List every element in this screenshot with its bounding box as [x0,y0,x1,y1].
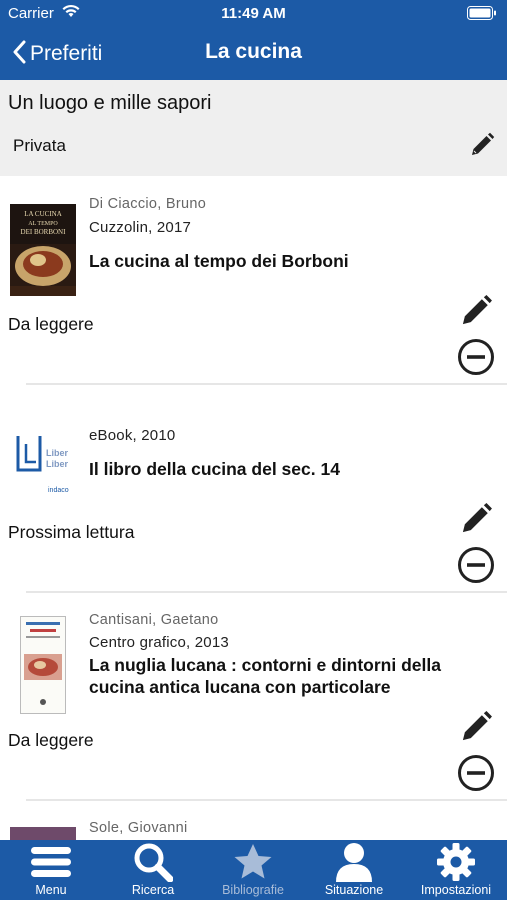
navigation-bar: Preferiti La cucina [0,28,507,80]
svg-text:DEI BORBONI: DEI BORBONI [21,228,67,236]
tab-menu[interactable]: Menu [18,840,84,900]
book-cover [20,616,66,714]
pencil-icon [462,711,492,741]
book-cover: Liber Liber indaco [14,430,78,502]
pencil-icon [472,132,495,155]
tab-label: Situazione [324,883,384,897]
list-item[interactable]: Sole, Giovanni [0,800,507,840]
tab-search[interactable]: Ricerca [118,840,188,900]
menu-icon [31,840,71,884]
tab-settings[interactable]: Impostazioni [414,840,498,900]
tab-bibliographies[interactable]: Bibliografie [212,840,294,900]
tab-label: Ricerca [131,883,175,897]
list-name: Un luogo e mille sapori [8,92,212,114]
book-title[interactable]: La nuglia lucana : contorni e dintorni d… [89,654,484,698]
remove-entry-button[interactable] [457,754,495,797]
svg-text:indaco: indaco [48,487,69,494]
minus-circle-icon [458,547,494,583]
tab-label: Menu [35,883,67,897]
svg-text:Liber: Liber [46,459,69,469]
minus-circle-icon [458,339,494,375]
book-author: Sole, Giovanni [89,820,188,836]
search-icon [133,840,173,884]
gear-icon [436,840,476,884]
minus-circle-icon [458,755,494,791]
remove-entry-button[interactable] [457,338,495,381]
remove-entry-button[interactable] [457,546,495,589]
svg-text:LA CUCINA: LA CUCINA [24,210,62,218]
list-item[interactable]: Cantisani, Gaetano Centro grafico, 2013 … [0,592,507,800]
person-icon [335,840,373,884]
list-item[interactable]: LA CUCINA AL TEMPO DEI BORBONI Di Ciacci… [0,176,507,384]
tab-bar: Menu Ricerca Bibliografie Situazione Imp… [0,840,507,900]
list-privacy: Privata [13,136,66,155]
star-icon [233,840,273,884]
book-author: Di Ciaccio, Bruno [89,196,207,212]
book-title[interactable]: La cucina al tempo dei Borboni [89,250,484,272]
tab-label: Bibliografie [222,883,284,897]
book-title[interactable]: Il libro della cucina del sec. 14 [89,458,484,480]
clock: 11:49 AM [221,5,286,22]
edit-entry-button[interactable] [459,502,493,541]
edit-list-button[interactable] [469,132,495,163]
book-publisher: eBook, 2010 [89,427,176,444]
reading-status: Da leggere [8,314,94,334]
tab-label: Impostazioni [420,883,492,897]
reading-status: Prossima lettura [8,522,135,542]
svg-text:AL TEMPO: AL TEMPO [28,221,58,227]
svg-text:Liber: Liber [46,448,69,458]
pencil-icon [462,503,492,533]
list-item[interactable]: Liber Liber indaco eBook, 2010 Il libro … [0,408,507,616]
list-info-panel: Un luogo e mille sapori Privata [0,80,507,176]
tab-situation[interactable]: Situazione [318,840,390,900]
divider [26,383,507,385]
page-title: La cucina [205,40,302,63]
battery-icon [467,6,497,24]
edit-entry-button[interactable] [459,294,493,333]
status-bar: Carrier 11:49 AM [0,0,507,28]
reading-status: Da leggere [8,730,94,750]
book-cover [10,827,76,840]
book-cover: LA CUCINA AL TEMPO DEI BORBONI [10,204,76,296]
book-publisher: Cuzzolin, 2017 [89,219,192,236]
pencil-icon [462,295,492,325]
book-author: Cantisani, Gaetano [89,612,219,628]
book-publisher: Centro grafico, 2013 [89,634,229,651]
edit-entry-button[interactable] [459,710,493,749]
